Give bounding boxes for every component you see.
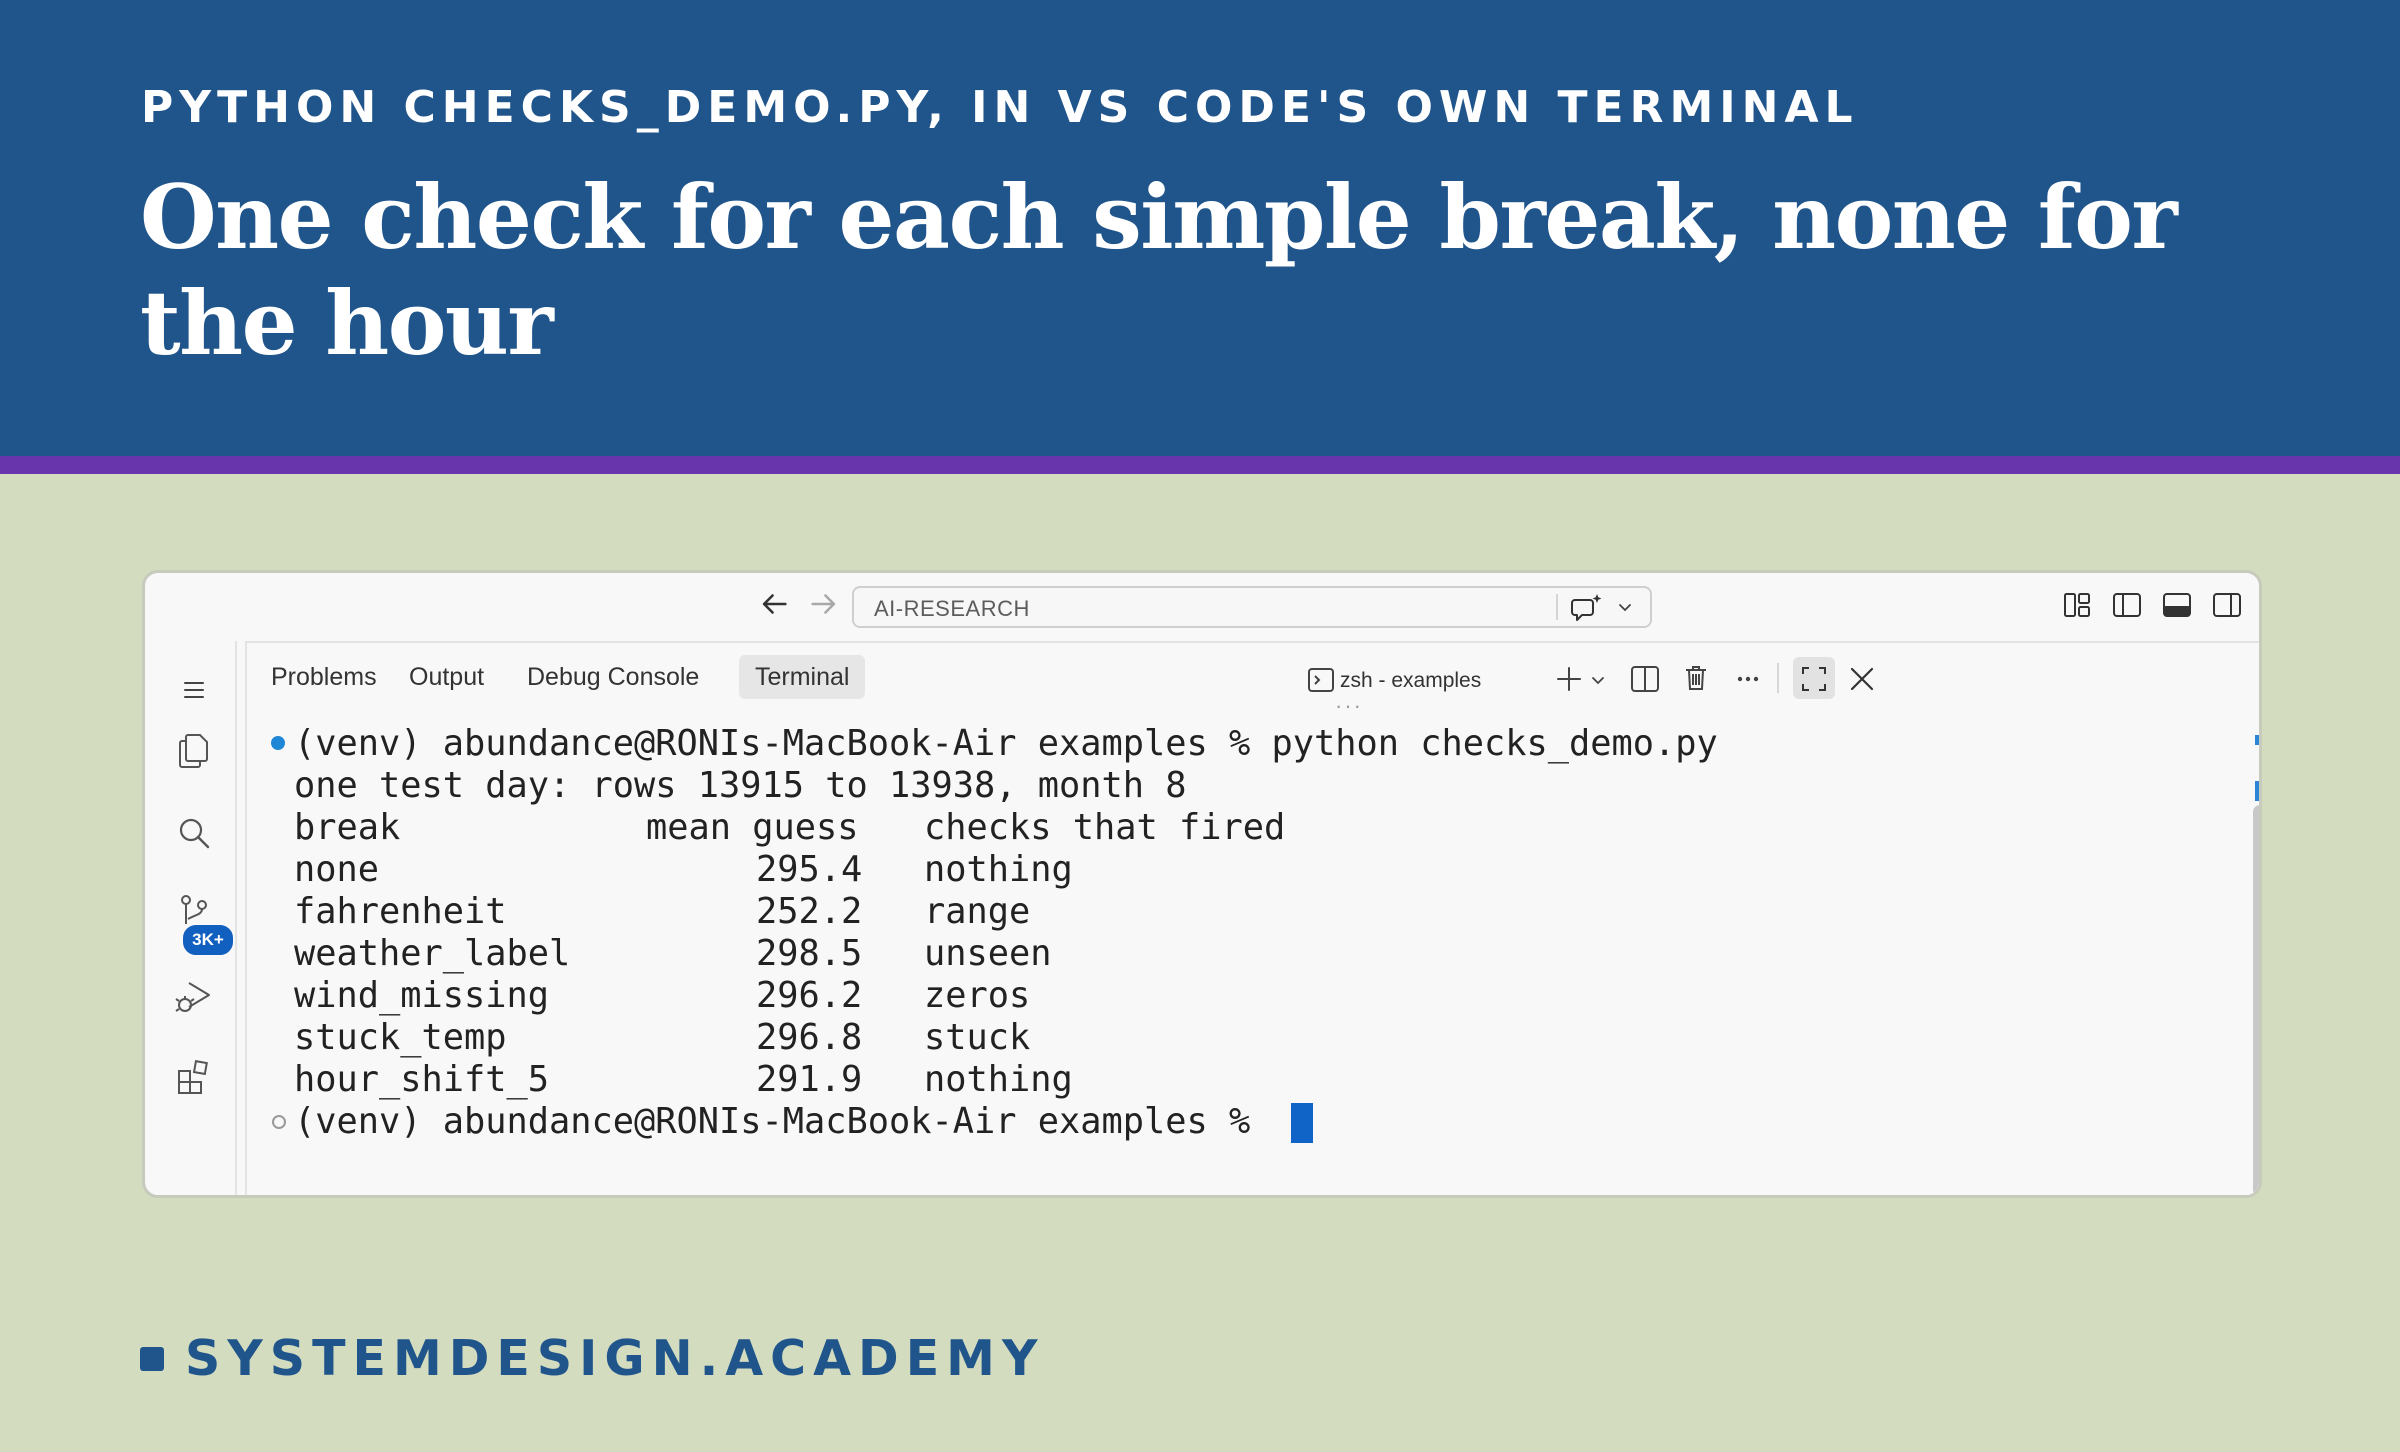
explorer-icon[interactable] [173, 729, 215, 771]
table-row: weather_label 298.5 unseen [294, 933, 1052, 974]
scrollbar-marker [2255, 735, 2259, 745]
chat-sparkle-icon[interactable] [1570, 592, 1604, 624]
terminal-cursor [1291, 1103, 1313, 1143]
run-debug-icon[interactable] [173, 975, 215, 1017]
command-center-divider [1556, 594, 1558, 620]
title-bar: AI-RESEARCH [145, 573, 2259, 637]
actions-divider [1777, 663, 1779, 693]
vscode-window: AI-RESEARCH 3K+ ··· Problems Output Debu… [142, 570, 2262, 1198]
terminal-icon [1308, 668, 1334, 692]
chevron-down-icon[interactable] [1589, 671, 1607, 689]
tab-terminal[interactable]: Terminal [739, 655, 866, 699]
toggle-primary-sidebar-icon[interactable] [2112, 591, 2142, 619]
close-icon[interactable] [1848, 665, 1876, 693]
accent-stripe [0, 456, 2400, 474]
trash-icon[interactable] [1681, 663, 1711, 693]
arrow-right-icon[interactable] [807, 587, 841, 621]
terminal-scrollbar[interactable] [2253, 805, 2259, 1195]
split-terminal-icon[interactable] [1630, 665, 1660, 693]
command-center[interactable]: AI-RESEARCH [852, 586, 1652, 628]
terminal-command-line: (venv) abundance@RONIs-MacBook-Air examp… [271, 723, 1718, 765]
tab-problems[interactable]: Problems [255, 655, 393, 699]
command-success-dot-icon [271, 736, 285, 750]
table-row: wind_missing 296.2 zeros [294, 975, 1031, 1016]
terminal-info-line: one test day: rows 13915 to 13938, month… [294, 765, 1187, 806]
extensions-icon[interactable] [173, 1057, 215, 1099]
table-header-row: break mean guess checks that fired [294, 807, 1286, 848]
tab-debug-console[interactable]: Debug Console [511, 655, 715, 699]
search-icon[interactable] [173, 813, 215, 855]
new-terminal-icon[interactable] [1555, 665, 1583, 693]
customize-layout-icon[interactable] [2062, 591, 2092, 619]
panel-sash[interactable]: ··· [1335, 693, 1363, 719]
slide-headline: One check for each simple break, none fo… [140, 165, 2178, 375]
table-row: stuck_temp 296.8 stuck [294, 1017, 1031, 1058]
bottom-panel: ··· Problems Output Debug Console Termin… [245, 641, 2259, 1195]
source-control-badge: 3K+ [181, 923, 235, 957]
table-row: fahrenheit 252.2 range [294, 891, 1031, 932]
tab-output[interactable]: Output [393, 655, 500, 699]
maximize-icon[interactable] [1800, 665, 1828, 693]
chevron-down-icon[interactable] [1616, 598, 1634, 616]
more-icon[interactable] [1733, 665, 1763, 693]
table-row: none 295.4 nothing [294, 849, 1073, 890]
toggle-secondary-sidebar-icon[interactable] [2212, 591, 2242, 619]
activity-bar: 3K+ [153, 641, 237, 1195]
command-center-label: AI-RESEARCH [874, 596, 1030, 621]
arrow-left-icon[interactable] [757, 587, 791, 621]
toggle-panel-icon[interactable] [2162, 591, 2192, 619]
table-row: hour_shift_5 291.9 nothing [294, 1059, 1073, 1100]
menu-icon[interactable] [173, 669, 215, 711]
brand-square-icon [140, 1347, 164, 1371]
prompt-pending-dot-icon [272, 1115, 286, 1129]
terminal-output[interactable]: (venv) abundance@RONIs-MacBook-Air examp… [271, 723, 2231, 1193]
scrollbar-marker [2255, 781, 2259, 801]
slide-kicker: PYTHON CHECKS_DEMO.PY, IN VS CODE'S OWN … [141, 82, 1859, 133]
brand-name: SYSTEMDESIGN.ACADEMY [185, 1330, 1045, 1387]
terminal-prompt-line: (venv) abundance@RONIs-MacBook-Air examp… [271, 1101, 2231, 1143]
terminal-name[interactable]: zsh - examples [1340, 669, 1481, 693]
